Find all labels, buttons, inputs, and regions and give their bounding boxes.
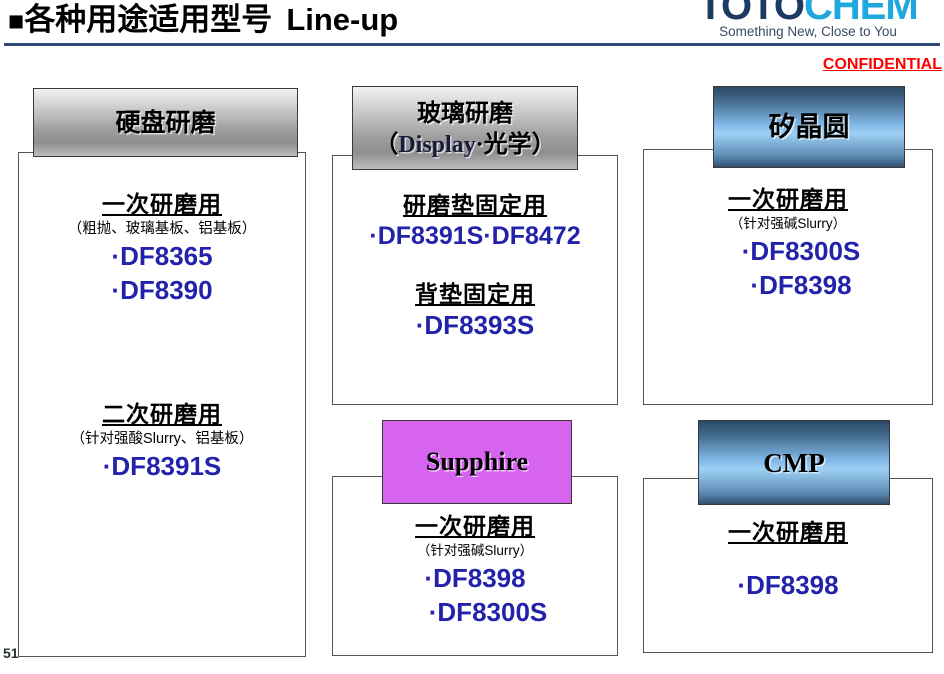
slide-canvas: ■各种用途适用型号 Line-up TOTOCHEM Something New,…: [0, 0, 944, 674]
confidential-label: CONFIDENTIAL: [822, 56, 942, 73]
group-heading: 一次研磨用: [728, 519, 848, 545]
card-glass-polishing[interactable]: 研磨垫固定用 ·DF8391S·DF8472 背垫固定用 ·DF8393S: [332, 155, 618, 405]
group-note: （粗抛、玻璃基板、铝基板）: [67, 221, 257, 237]
logo-wordmark: TOTOCHEM: [678, 0, 938, 26]
card-group-primary: 一次研磨用 （粗抛、玻璃基板、铝基板） ·DF8365 ·DF8390: [18, 190, 306, 307]
card-cap-label-line2: （Display·光学）: [374, 130, 555, 160]
page-number: 51: [3, 645, 19, 661]
card-group-backing: 背垫固定用 ·DF8393S: [332, 280, 618, 342]
header-divider: [4, 43, 940, 46]
group-heading: 背垫固定用: [415, 281, 535, 307]
card-cap-label: Supphire: [425, 447, 529, 476]
page-title-cjk: 各种用途适用型号: [24, 2, 273, 37]
card-group-primary: 一次研磨用 （针对强碱Slurry） ·DF8300S ·DF8398: [643, 185, 933, 302]
model-code: ·DF8398: [750, 270, 852, 300]
group-heading: 研磨垫固定用: [403, 192, 547, 218]
cap-paren-open: （: [374, 131, 399, 158]
model-code: ·DF8398: [424, 563, 526, 593]
model-code: ·DF8391S: [102, 451, 222, 481]
card-group-pad: 研磨垫固定用 ·DF8391S·DF8472: [332, 191, 618, 253]
card-cap-label: CMP: [763, 447, 825, 478]
model-code: ·DF8300S: [741, 236, 861, 266]
model-code: ·DF8365: [111, 241, 213, 271]
group-heading: 二次研磨用: [102, 401, 222, 427]
model-code: ·DF8391S·DF8472: [369, 222, 581, 250]
page-title-latin: Line-up: [286, 2, 399, 37]
group-note: （针对强酸Slurry、铝基板）: [70, 431, 254, 447]
card-group-secondary: 二次研磨用 （针对强酸Slurry、铝基板） ·DF8391S: [18, 400, 306, 483]
card-cap-hdd-polishing[interactable]: 硬盘研磨: [33, 88, 298, 157]
model-code: ·DF8398: [737, 570, 839, 600]
card-cap-glass-polishing[interactable]: 玻璃研磨 （Display·光学）: [352, 86, 578, 170]
cap-optical-word: ·光学）: [475, 131, 556, 158]
card-cap-silicon-wafer[interactable]: 矽晶圆: [713, 86, 905, 168]
model-code: ·DF8390: [111, 275, 213, 305]
card-cap-label: 矽晶圆: [768, 112, 850, 142]
page-title: ■各种用途适用型号 Line-up: [8, 2, 398, 39]
card-group-primary: 一次研磨用 ·DF8398: [643, 518, 933, 602]
card-hdd-polishing[interactable]: 一次研磨用 （粗抛、玻璃基板、铝基板） ·DF8365 ·DF8390 二次研磨…: [18, 152, 306, 657]
group-note: （针对强碱Slurry）: [416, 543, 534, 558]
group-note: （针对强碱Slurry）: [729, 216, 847, 231]
card-cap-cmp[interactable]: CMP: [698, 420, 890, 505]
model-code: ·DF8300S: [428, 597, 548, 627]
cap-display-word: Display: [398, 131, 476, 158]
group-heading: 一次研磨用: [728, 186, 848, 212]
card-silicon-wafer[interactable]: 一次研磨用 （针对强碱Slurry） ·DF8300S ·DF8398: [643, 149, 933, 405]
company-logo: TOTOCHEM Something New, Close to You: [678, 0, 938, 39]
group-heading: 一次研磨用: [415, 513, 535, 539]
title-bullet-icon: ■: [8, 6, 25, 36]
group-heading: 一次研磨用: [102, 191, 222, 217]
card-cap-sapphire[interactable]: Supphire: [382, 420, 572, 504]
card-group-primary: 一次研磨用 （针对强碱Slurry） ·DF8398 ·DF8300S: [332, 512, 618, 629]
card-cap-label-line1: 玻璃研磨: [417, 99, 513, 127]
model-code: ·DF8393S: [415, 310, 535, 340]
card-cap-label: 硬盘研磨: [115, 108, 216, 137]
